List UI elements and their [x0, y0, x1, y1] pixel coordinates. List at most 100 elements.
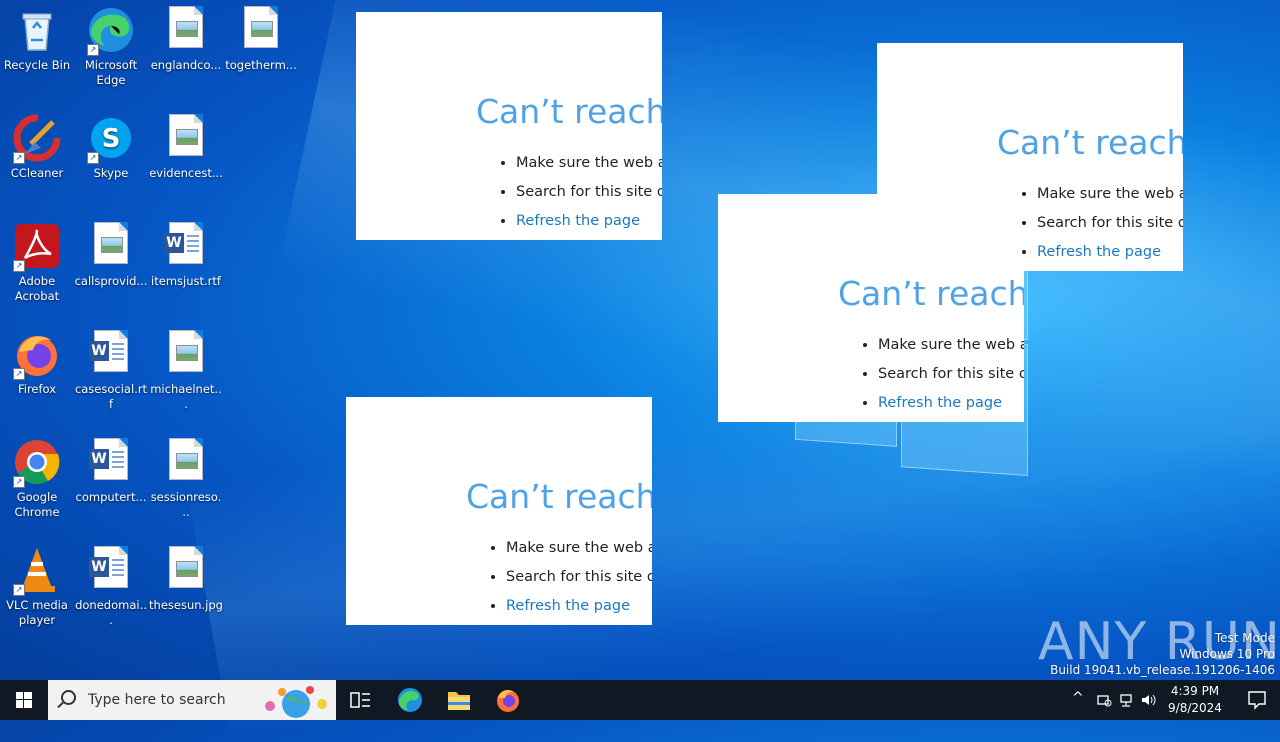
- taskbar-file-explorer-button[interactable]: [435, 680, 483, 720]
- error-suggestions: Make sure the web ad Search for this sit…: [486, 540, 652, 625]
- desktop-icon-image-file[interactable]: michaelnet...: [149, 324, 223, 412]
- edge-icon: ↗: [87, 6, 135, 56]
- device-icon[interactable]: [1096, 692, 1112, 708]
- error-suggestion: Make sure the web ad: [516, 155, 662, 184]
- show-hidden-icons-chevron-icon[interactable]: ^: [1072, 690, 1084, 706]
- desktop-icon-label: itemsjust.rtf: [151, 274, 221, 288]
- desktop-icon-adobe-acrobat[interactable]: ↗ Adobe Acrobat: [0, 216, 74, 304]
- volume-icon[interactable]: [1140, 692, 1156, 708]
- desktop-icon-label: casesocial.rtf: [74, 382, 148, 411]
- shortcut-arrow-icon: ↗: [13, 584, 25, 596]
- taskbar-clock[interactable]: 4:39 PM 9/8/2024: [1160, 683, 1230, 717]
- shortcut-arrow-icon: ↗: [87, 152, 99, 164]
- edge-icon: [398, 688, 422, 712]
- desktop-icon-microsoft-edge[interactable]: ↗ Microsoft Edge: [74, 0, 148, 88]
- clock-date: 9/8/2024: [1168, 701, 1222, 715]
- action-center-button[interactable]: [1232, 680, 1280, 720]
- image-file-icon: [162, 114, 210, 162]
- desktop-icon-image-file[interactable]: evidencest...: [149, 108, 223, 181]
- error-suggestions: Make sure the web ad Search for this sit…: [1017, 186, 1183, 271]
- desktop-icon-google-chrome[interactable]: ↗ Google Chrome: [0, 432, 74, 520]
- desktop-icon-word-file[interactable]: W itemsjust.rtf: [149, 216, 223, 289]
- taskbar-search-box[interactable]: Type here to search: [48, 680, 336, 720]
- watermark-line: Test Mode: [1214, 631, 1275, 645]
- desktop-icon-label: michaelnet...: [150, 382, 222, 411]
- error-suggestion: Search for this site on: [1037, 215, 1183, 244]
- error-suggestion: Search for this site on: [516, 184, 662, 213]
- refresh-link[interactable]: Refresh the page: [506, 598, 630, 614]
- desktop-icon-image-file[interactable]: sessionreso...: [149, 432, 223, 520]
- notification-icon: [1248, 691, 1266, 710]
- image-file-icon: [162, 330, 210, 378]
- desktop-icon-skype[interactable]: S ↗ Skype: [74, 108, 148, 181]
- desktop-icon-label: CCleaner: [10, 166, 64, 180]
- desktop-icon-vlc[interactable]: ↗ VLC media player: [0, 540, 74, 628]
- search-icon: [61, 690, 76, 705]
- desktop-icon-label: sessionreso...: [150, 490, 222, 519]
- shortcut-arrow-icon: ↗: [13, 260, 25, 272]
- browser-error-window[interactable]: Can’t reach t Make sure the web ad Searc…: [877, 43, 1183, 271]
- refresh-link[interactable]: Refresh the page: [878, 395, 1002, 411]
- desktop-icon-image-file[interactable]: togetherm...: [224, 0, 298, 73]
- skype-icon: S ↗: [87, 114, 135, 164]
- error-title: Can’t reach t: [997, 123, 1183, 162]
- desktop-icon-label: thesesun.jpg: [149, 598, 223, 612]
- refresh-link[interactable]: Refresh the page: [1037, 244, 1161, 260]
- browser-error-window[interactable]: Can’t reach t Make sure the web ad Searc…: [356, 12, 662, 240]
- search-highlight-icon: [265, 686, 327, 718]
- test-mode-watermark: Test Mode Windows 10 Pro Build 19041.vb_…: [1050, 630, 1275, 678]
- adobe-acrobat-icon: ↗: [13, 222, 61, 272]
- desktop-icon-ccleaner[interactable]: ↗ CCleaner: [0, 108, 74, 181]
- desktop-icon-label: evidencest...: [149, 166, 223, 180]
- vlc-cone-icon: ↗: [13, 546, 61, 596]
- desktop-icon-label: Microsoft Edge: [84, 58, 138, 87]
- shortcut-arrow-icon: ↗: [13, 152, 25, 164]
- ccleaner-icon: ↗: [13, 114, 61, 164]
- search-placeholder: Type here to search: [88, 692, 226, 708]
- taskbar: Type here to search ^ 4:39 PM 9/8/2024: [0, 680, 1280, 720]
- desktop-icon-label: englandco...: [150, 58, 222, 72]
- watermark-line: Build 19041.vb_release.191206-1406: [1050, 663, 1275, 677]
- error-suggestions: Make sure the web ad Search for this sit…: [858, 337, 1024, 422]
- desktop-icon-recycle-bin[interactable]: Recycle Bin: [0, 0, 74, 73]
- desktop-icon-label: Adobe Acrobat: [14, 274, 60, 303]
- desktop-icon-word-file[interactable]: W casesocial.rtf: [74, 324, 148, 412]
- image-file-icon: [237, 6, 285, 54]
- network-icon[interactable]: [1118, 692, 1134, 708]
- taskbar-firefox-button[interactable]: [484, 680, 532, 720]
- shortcut-arrow-icon: ↗: [87, 44, 99, 56]
- taskbar-edge-button[interactable]: [386, 680, 434, 720]
- desktop-icon-label: togetherm...: [225, 58, 297, 72]
- error-suggestion: Make sure the web ad: [878, 337, 1024, 366]
- desktop-icon-label: callsprovid...: [74, 274, 148, 288]
- watermark-line: Windows 10 Pro: [1179, 647, 1275, 661]
- desktop-icon-label: VLC media player: [6, 598, 68, 627]
- refresh-link-item: Refresh the page: [516, 213, 662, 240]
- chrome-icon: ↗: [13, 438, 61, 488]
- svg-text:S: S: [102, 124, 121, 154]
- system-tray: ^: [1068, 680, 1160, 720]
- error-suggestions: Make sure the web ad Search for this sit…: [496, 155, 662, 240]
- refresh-link[interactable]: Refresh the page: [516, 213, 640, 229]
- error-title: Can’t reach t: [466, 477, 652, 516]
- desktop-icon-firefox[interactable]: ↗ Firefox: [0, 324, 74, 397]
- desktop-icon-image-file[interactable]: callsprovid...: [74, 216, 148, 289]
- recycle-bin-icon: [13, 6, 61, 54]
- desktop-icon-label: Skype: [93, 166, 129, 180]
- refresh-link-item: Refresh the page: [878, 395, 1024, 422]
- error-suggestion: Make sure the web ad: [1037, 186, 1183, 215]
- folder-icon: [448, 692, 470, 710]
- task-view-button[interactable]: [336, 680, 384, 720]
- start-button[interactable]: [0, 680, 48, 720]
- word-document-icon: W: [162, 222, 210, 270]
- image-file-icon: [162, 438, 210, 486]
- image-file-icon: [87, 222, 135, 270]
- desktop-icon-image-file[interactable]: thesesun.jpg: [149, 540, 223, 613]
- browser-error-window[interactable]: Can’t reach t Make sure the web ad Searc…: [346, 397, 652, 625]
- desktop-icon-word-file[interactable]: W donedomai...: [74, 540, 148, 628]
- clock-time: 4:39 PM: [1170, 684, 1220, 698]
- desktop-icon-word-file[interactable]: W computert...: [74, 432, 148, 505]
- word-document-icon: W: [87, 330, 135, 378]
- desktop-icon-image-file[interactable]: englandco...: [149, 0, 223, 73]
- desktop-icon-label: Google Chrome: [14, 490, 60, 519]
